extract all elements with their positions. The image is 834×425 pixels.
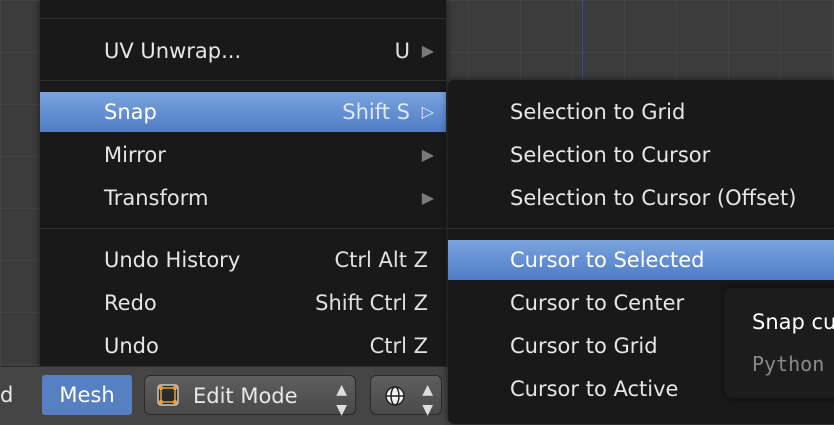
submenu-arrow-icon: ▷ [421, 102, 434, 121]
menu-item-label: Selection to Cursor [510, 143, 711, 167]
menu-item-snap[interactable]: Snap Shift S ▷ [40, 92, 446, 132]
menu-item-label: Undo History [104, 248, 241, 272]
menu-item-label: Undo [104, 334, 159, 358]
menu-item-shortcut: Ctrl Alt Z [334, 248, 428, 272]
axis-line [582, 0, 583, 80]
menu-item-shortcut: Shift Ctrl Z [315, 291, 428, 315]
submenu-arrow-icon: ▶ [421, 145, 434, 164]
viewport-shading-selector[interactable]: ▲ ▼ [370, 375, 442, 418]
menu-item-mirror[interactable]: Mirror ▶ [40, 135, 446, 175]
submenu-arrow-icon: ▶ [421, 188, 434, 207]
menu-item-undo[interactable]: Undo Ctrl Z [40, 326, 446, 366]
menu-item-uv-unwrap[interactable]: UV Unwrap... U ▶ [40, 31, 446, 71]
submenu-item-selection-to-cursor-offset[interactable]: Selection to Cursor (Offset) [448, 178, 834, 218]
tooltip-python: Python [752, 352, 825, 376]
menu-separator [40, 228, 446, 229]
submenu-arrow-icon: ▶ [421, 41, 434, 60]
submenu-item-selection-to-cursor[interactable]: Selection to Cursor [448, 135, 834, 175]
menu-item-label: Cursor to Active [510, 377, 679, 401]
menu-item-label: UV Unwrap... [104, 39, 242, 63]
menu-separator [40, 80, 446, 81]
menu-item-shortcut: Shift S [342, 100, 410, 124]
menu-item-label: Cursor to Center [510, 291, 685, 315]
menu-item-shortcut: U [394, 39, 410, 63]
menu-item-label: Redo [104, 291, 157, 315]
menu-item-label: Mirror [104, 143, 166, 167]
menu-item-shortcut: Ctrl Z [369, 334, 428, 358]
menu-separator [448, 228, 834, 229]
menu-item-label: Selection to Grid [510, 100, 686, 124]
menu-item-label: Selection to Cursor (Offset) [510, 186, 797, 210]
menu-item-undo-history[interactable]: Undo History Ctrl Alt Z [40, 240, 446, 280]
menu-item-redo[interactable]: Redo Shift Ctrl Z [40, 283, 446, 323]
mesh-menu-button[interactable]: Mesh [42, 375, 132, 415]
mode-label: Edit Mode [193, 384, 298, 408]
edit-mode-icon [157, 384, 179, 406]
header-menu-partial[interactable]: d [0, 375, 34, 415]
spinner-arrows-icon: ▲ ▼ [336, 382, 347, 418]
menu-item-label: Cursor to Selected [510, 248, 705, 272]
mesh-menu: UV Unwrap... U ▶ Snap Shift S ▷ Mirror ▶… [40, 0, 446, 380]
menu-separator [40, 18, 446, 19]
menu-item-label: Transform [104, 186, 209, 210]
tooltip: Snap cu Python [724, 288, 834, 398]
menu-item-label: Snap [104, 100, 157, 124]
submenu-item-cursor-to-selected[interactable]: Cursor to Selected [448, 240, 834, 280]
submenu-item-selection-to-grid[interactable]: Selection to Grid [448, 92, 834, 132]
globe-icon [385, 386, 405, 406]
tooltip-title: Snap cu [752, 310, 834, 334]
spinner-arrows-icon: ▲ ▼ [422, 382, 433, 418]
menu-item-transform[interactable]: Transform ▶ [40, 178, 446, 218]
mode-selector[interactable]: Edit Mode ▲ ▼ [144, 375, 356, 418]
menu-item-label: Cursor to Grid [510, 334, 658, 358]
